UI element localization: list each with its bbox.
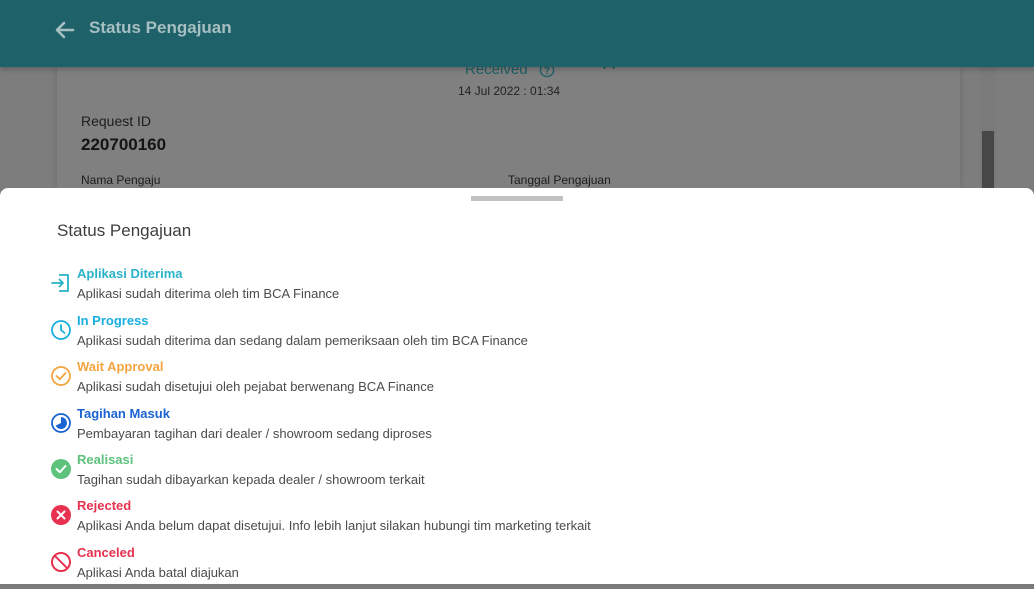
status-bottom-sheet: Status Pengajuan Aplikasi Diterima Aplik… — [0, 188, 1034, 584]
status-name: Rejected — [77, 498, 132, 513]
sheet-title: Status Pengajuan — [57, 221, 192, 240]
request-detail-card: Received 14 Jul 2022 : 01:34 Request ID … — [57, 61, 960, 188]
pie-circle-icon — [51, 413, 71, 433]
status-name: Canceled — [77, 545, 135, 560]
status-desc: Aplikasi Anda belum dapat disetujui. Inf… — [77, 518, 591, 533]
nama-pengaju-label: Nama Pengaju — [81, 173, 161, 187]
scrollbar-thumb[interactable] — [982, 131, 994, 188]
status-item-aplikasi-diterima: Aplikasi Diterima Aplikasi sudah diterim… — [50, 266, 750, 310]
status-name: Aplikasi Diterima — [77, 266, 183, 281]
background-content: Received 14 Jul 2022 : 01:34 Request ID … — [0, 61, 1034, 188]
arrow-left-icon — [55, 21, 75, 39]
page-title: Status Pengajuan — [89, 18, 232, 37]
status-desc: Pembayaran tagihan dari dealer / showroo… — [77, 426, 432, 441]
status-item-rejected: Rejected Aplikasi Anda belum dapat diset… — [50, 498, 750, 542]
app-header: Status Pengajuan — [0, 0, 1034, 67]
status-item-realisasi: Realisasi Tagihan sudah dibayarkan kepad… — [50, 452, 750, 496]
request-id-value: 220700160 — [81, 135, 167, 154]
status-item-in-progress: In Progress Aplikasi sudah diterima dan … — [50, 313, 750, 357]
scrollbar[interactable] — [980, 62, 996, 188]
status-item-canceled: Canceled Aplikasi Anda batal diajukan — [50, 545, 750, 589]
status-name: In Progress — [77, 313, 149, 328]
login-icon — [51, 274, 69, 292]
status-desc: Aplikasi Anda batal diajukan — [77, 565, 239, 580]
status-name: Tagihan Masuk — [77, 406, 170, 421]
back-button[interactable] — [54, 19, 76, 41]
block-icon — [51, 552, 71, 572]
status-name: Wait Approval — [77, 359, 164, 374]
status-desc: Aplikasi sudah diterima oleh tim BCA Fin… — [77, 286, 340, 301]
drag-handle[interactable] — [471, 196, 563, 201]
status-desc: Tagihan sudah dibayarkan kepada dealer /… — [77, 472, 425, 487]
status-desc: Aplikasi sudah diterima dan sedang dalam… — [77, 333, 528, 348]
status-desc: Aplikasi sudah disetujui oleh pejabat be… — [77, 379, 435, 394]
request-id-label: Request ID — [81, 113, 152, 129]
status-item-wait-approval: Wait Approval Aplikasi sudah disetujui o… — [50, 359, 750, 403]
clock-icon — [51, 320, 71, 340]
status-date: 14 Jul 2022 : 01:34 — [458, 84, 561, 98]
status-item-tagihan-masuk: Tagihan Masuk Pembayaran tagihan dari de… — [50, 406, 750, 450]
tanggal-pengajuan-label: Tanggal Pengajuan — [508, 173, 611, 187]
x-circle-filled-icon — [51, 505, 71, 525]
status-name: Realisasi — [77, 452, 134, 467]
check-circle-filled-icon — [51, 459, 71, 479]
check-circle-outline-icon — [51, 366, 71, 386]
